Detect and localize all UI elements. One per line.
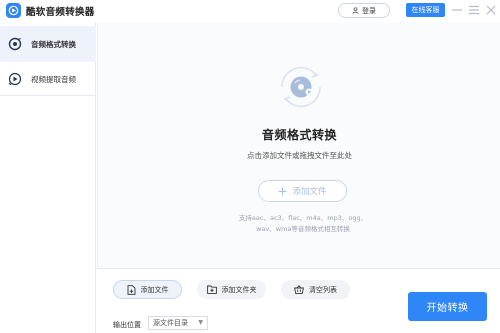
app-title: 酷软音频转换器: [26, 7, 95, 18]
file-drop-area[interactable]: 音频格式转换 点击添加文件或拖拽文件至此处 添加文件 支持aac、ac3、fla…: [97, 22, 500, 268]
chevron-down-icon: ▼: [198, 319, 203, 326]
close-button[interactable]: [484, 2, 498, 18]
minimize-icon: [452, 9, 462, 11]
clear-basket-icon: [294, 285, 304, 294]
output-location-label: 输出位置: [113, 321, 141, 329]
audio-convert-icon: [8, 37, 22, 51]
close-icon: [486, 5, 496, 15]
sidebar-item-video-extract[interactable]: 视频提取音频: [0, 61, 96, 97]
start-convert-button[interactable]: 开始转换: [408, 292, 487, 321]
output-location-select[interactable]: 源文件目录 ▼: [148, 316, 208, 330]
app-window: 酷软音频转换器 登录 在线客服 音频格式转换 视频提取音频 音频格式转换 点击添…: [0, 0, 500, 333]
sidebar-item-label: 视频提取音频: [31, 74, 76, 84]
folder-add-icon: [206, 285, 217, 294]
supported-formats: 支持aac、ac3、flac、m4a、mp3、ogg、 wav、wma等音频格式…: [218, 213, 388, 235]
add-file-button[interactable]: 添加文件: [113, 280, 182, 299]
app-logo-icon: [6, 3, 21, 18]
add-folder-button[interactable]: 添加文件夹: [197, 280, 266, 299]
login-label: 登录: [362, 6, 376, 15]
clear-list-button[interactable]: 清空列表: [281, 280, 350, 299]
online-service-button[interactable]: 在线客服: [406, 3, 445, 17]
supported-formats-line1: 支持aac、ac3、flac、m4a、mp3、ogg、: [238, 214, 368, 222]
drop-hint: 点击添加文件或拖拽文件至此处: [247, 151, 352, 160]
sidebar-item-audio-convert[interactable]: 音频格式转换: [0, 26, 96, 62]
sidebar: 音频格式转换 视频提取音频: [0, 22, 96, 333]
add-file-label: 添加文件: [292, 187, 327, 197]
menu-button[interactable]: [467, 2, 481, 18]
add-file-center-button[interactable]: 添加文件: [258, 180, 347, 202]
title-bar: 酷软音频转换器 登录 在线客服: [0, 0, 500, 22]
menu-icon: [469, 5, 479, 15]
plus-icon: [278, 187, 287, 195]
clear-list-button-label: 清空列表: [309, 285, 337, 294]
page-title: 音频格式转换: [261, 128, 337, 142]
bottom-toolbar: 添加文件 添加文件夹 清空列表 开始转换 输出位置 源文件目录 ▼: [97, 268, 500, 333]
audio-convert-drop-icon: [281, 66, 321, 108]
file-add-icon: [127, 284, 135, 295]
login-button[interactable]: 登录: [338, 3, 390, 18]
output-location-value: 源文件目录: [153, 319, 188, 327]
video-extract-icon: [8, 72, 22, 86]
sidebar-item-label: 音频格式转换: [31, 39, 76, 49]
user-icon: [352, 7, 359, 14]
add-file-button-label: 添加文件: [140, 285, 169, 294]
supported-formats-line2: wav、wma等音频格式相互转换: [256, 225, 350, 233]
add-folder-button-label: 添加文件夹: [221, 285, 257, 294]
minimize-button[interactable]: [450, 2, 464, 18]
